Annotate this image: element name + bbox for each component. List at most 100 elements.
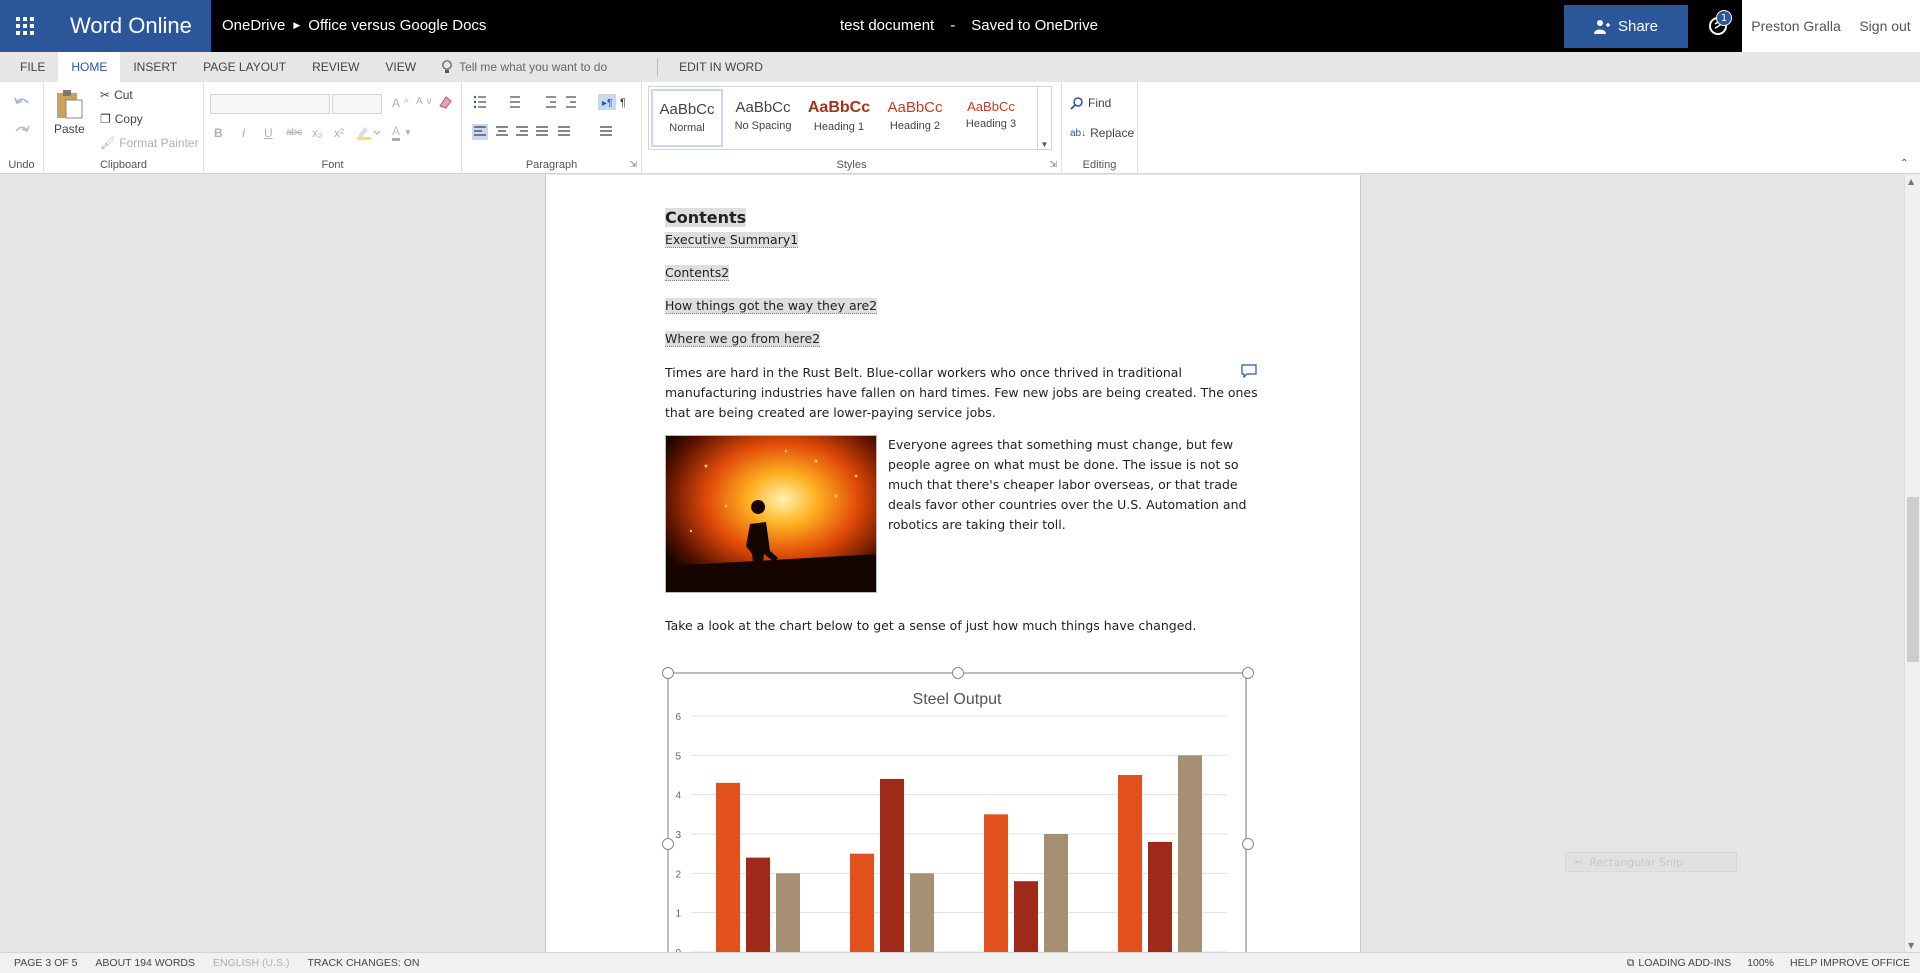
resize-handle-top-right[interactable] [1242,667,1254,679]
style-heading-3-sample: AaBbCc [967,99,1015,114]
toc-how-things-got[interactable]: How things got the way they are2 [665,298,878,314]
tab-divider [657,58,659,76]
resize-handle-left[interactable] [662,838,674,850]
chart-bar [1148,841,1172,952]
styles-dialog-launcher-icon[interactable]: ⇲ [1049,159,1057,170]
chart-bar [850,853,874,952]
steelworker-photo[interactable] [665,435,877,593]
tab-home[interactable]: HOME [58,52,121,82]
scroll-up-arrow-icon[interactable]: ▲ [1908,177,1914,186]
track-changes-status[interactable]: TRACK CHANGES: ON [307,957,419,969]
styles-more-button[interactable]: ▼ [1037,87,1051,149]
skype-button[interactable]: 1 [1695,0,1740,52]
bold-button[interactable]: B [214,126,223,140]
tab-review[interactable]: REVIEW [299,52,372,82]
format-painter-button[interactable]: 🖌 Format Painter [100,136,199,150]
toc-entry: Executive Summary1 [665,230,799,250]
shrink-font-button[interactable]: Av [416,96,432,107]
format-painter-label: Format Painter [119,136,199,150]
resize-handle-top-left[interactable] [662,667,674,679]
paste-icon [57,90,83,119]
paste-button[interactable]: Paste [54,88,85,136]
tab-insert[interactable]: INSERT [120,52,190,82]
tab-page-layout[interactable]: PAGE LAYOUT [190,52,299,82]
chart-bar [910,873,934,952]
shrink-font-icon: A [416,96,423,107]
collapse-ribbon-icon[interactable]: ⌃ [1900,158,1908,169]
style-normal[interactable]: AaBbCc Normal [651,89,723,147]
language-indicator[interactable]: ENGLISH (U.S.) [213,957,289,969]
notification-badge: 1 [1716,10,1732,26]
document-title[interactable]: test document [840,17,934,34]
replace-icon: ab↓ [1070,127,1087,139]
share-person-icon [1593,19,1610,34]
app-launcher-button[interactable] [0,0,50,52]
zoom-level[interactable]: 100% [1747,957,1774,969]
puzzle-icon: ⧉ [1626,956,1635,969]
contents-heading: Contents [665,208,747,228]
resize-handle-top[interactable] [952,667,964,679]
replace-button[interactable]: ab↓ Replace [1070,126,1134,140]
chart-frame[interactable]: Steel Output 0123456 [667,672,1247,952]
font-name-dropdown[interactable] [210,94,330,114]
breadcrumb-folder[interactable]: Office versus Google Docs [308,17,486,34]
underline-button[interactable]: U [264,126,273,140]
scrollbar-thumb[interactable] [1907,497,1919,662]
italic-button[interactable]: I [242,126,245,140]
user-area: Preston Gralla Sign out [1742,0,1920,52]
paragraph-row1-icons[interactable]: ▸¶ ¶ [472,94,632,110]
subscript-button[interactable]: x₂ [312,126,323,140]
grow-font-button[interactable]: A ^ [392,96,409,110]
brush-icon: 🖌 [100,136,116,150]
scissors-icon: ✂ [100,88,111,102]
style-no-spacing[interactable]: AaBbCc No Spacing [727,89,799,147]
tell-me-search[interactable]: Tell me what you want to do [429,60,649,74]
edit-in-word-button[interactable]: EDIT IN WORD [666,52,776,82]
sign-out-link[interactable]: Sign out [1859,18,1910,34]
scroll-down-arrow-icon[interactable]: ▼ [1908,941,1914,950]
undo-icon[interactable] [14,96,30,110]
toc-contents[interactable]: Contents2 [665,265,730,281]
help-improve-link[interactable]: HELP IMPROVE OFFICE [1790,957,1910,969]
superscript-button[interactable]: x² [334,126,344,140]
lightbulb-icon [442,60,452,73]
paragraph-row2-icons[interactable] [472,124,632,140]
toc-entry: Where we go from here2 [665,329,821,349]
cut-label: Cut [114,88,133,102]
clear-formatting-icon[interactable] [438,94,454,110]
vertical-scrollbar[interactable]: ▲ ▼ [1904,175,1920,952]
breadcrumb-onedrive[interactable]: OneDrive [222,17,285,34]
font-size-dropdown[interactable] [332,94,382,114]
user-name[interactable]: Preston Gralla [1751,18,1840,34]
style-heading-3[interactable]: AaBbCc Heading 3 [955,89,1027,147]
strikethrough-button[interactable]: abc [286,127,302,138]
resize-handle-right[interactable] [1242,838,1254,850]
style-heading-1[interactable]: AaBbCc Heading 1 [803,89,875,147]
cut-button[interactable]: ✂ Cut [100,88,133,102]
font-color-button[interactable]: A ▼ [392,124,412,141]
chart-bars [716,755,1202,952]
waffle-icon [16,17,34,35]
find-button[interactable]: Find [1070,96,1111,110]
toc-entry: Contents2 [665,263,730,283]
chart-bar [1014,881,1038,952]
toc-executive-summary[interactable]: Executive Summary1 [665,232,799,248]
tab-view[interactable]: VIEW [372,52,429,82]
comment-icon[interactable] [1241,363,1257,382]
style-heading-2-name: Heading 2 [889,120,941,132]
tab-file[interactable]: FILE [0,52,58,82]
redo-icon[interactable] [14,124,30,138]
copy-icon: ❐ [100,112,111,126]
highlight-button[interactable] [356,124,382,140]
document-page[interactable]: Contents Executive Summary1 Contents2 Ho… [545,175,1361,952]
app-name[interactable]: Word Online [50,0,211,52]
style-heading-2[interactable]: AaBbCc Heading 2 [879,89,951,147]
font-group: A ^ Av B I U abc x₂ x² A ▼ Font [204,82,462,174]
style-normal-name: Normal [669,122,705,134]
share-button[interactable]: Share [1564,5,1688,48]
toc-where-we-go[interactable]: Where we go from here2 [665,331,821,347]
chart-y-tick-label: 4 [675,791,681,802]
undo-group-label: Undo [8,159,35,171]
save-status: Saved to OneDrive [971,17,1098,34]
copy-button[interactable]: ❐ Copy [100,112,143,126]
